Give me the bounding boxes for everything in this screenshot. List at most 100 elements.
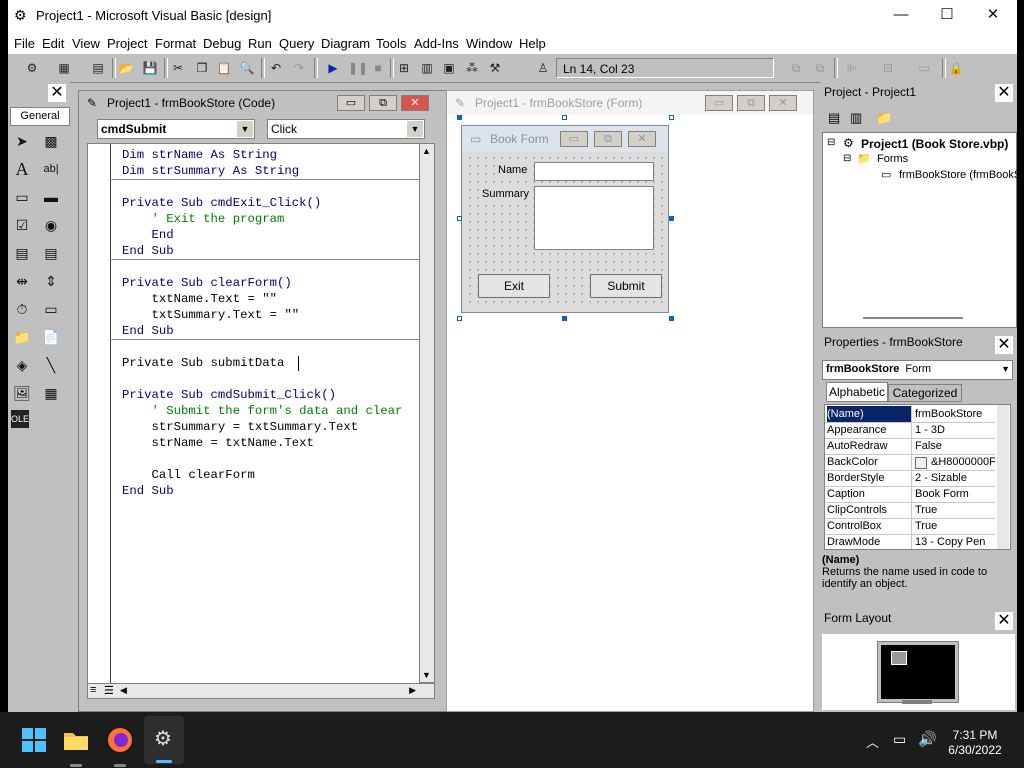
code-line-comment[interactable]: ' Exit the program: [122, 212, 285, 226]
menu-add-ins[interactable]: Add-Ins: [414, 36, 459, 51]
collapse-icon[interactable]: ⊟: [843, 153, 851, 164]
full-module-view-icon[interactable]: ☰: [104, 684, 114, 697]
combobox-tool-icon[interactable]: ▤: [11, 242, 33, 264]
dirlistbox-tool-icon[interactable]: 📁: [11, 326, 33, 348]
code-line[interactable]: strName = txtName.Text: [122, 436, 314, 450]
code-line[interactable]: Dim strName As String: [122, 148, 277, 162]
optionbutton-tool-icon[interactable]: ◉: [40, 214, 62, 236]
property-value[interactable]: 1 - 3D: [915, 422, 995, 438]
menu-tools[interactable]: Tools: [376, 36, 406, 51]
form-position-preview[interactable]: [891, 651, 907, 665]
name-label[interactable]: Name: [498, 164, 528, 176]
commandbutton-tool-icon[interactable]: ▬: [40, 186, 62, 208]
object-browser-icon[interactable]: ⁂: [464, 60, 480, 76]
menu-view[interactable]: View: [72, 36, 100, 51]
tree-scrollbar[interactable]: [863, 317, 963, 319]
view-code-icon[interactable]: ▤: [828, 110, 840, 126]
resize-handle[interactable]: [562, 115, 567, 120]
label-tool-icon[interactable]: A: [11, 158, 33, 180]
code-line[interactable]: Private Sub cmdSubmit_Click(): [122, 388, 336, 402]
properties-close-icon[interactable]: ✕: [995, 336, 1013, 354]
find-icon[interactable]: 🔍: [239, 60, 255, 76]
ole-tool-icon[interactable]: OLE: [11, 410, 29, 428]
property-row[interactable]: Caption Book Form: [825, 486, 995, 503]
center-icon[interactable]: ⊟: [880, 60, 896, 76]
resize-handle[interactable]: [457, 316, 462, 321]
resize-handle[interactable]: [669, 216, 674, 221]
resize-handle[interactable]: [457, 115, 462, 120]
code-line[interactable]: Call clearForm: [122, 468, 255, 482]
tab-alphabetic[interactable]: Alphabetic: [826, 382, 888, 402]
add-project-icon[interactable]: ⚙: [24, 60, 40, 76]
toggle-folders-icon[interactable]: 📁: [876, 110, 892, 126]
chevron-down-icon[interactable]: ▼: [1001, 361, 1010, 378]
resize-handle[interactable]: [669, 115, 674, 120]
chevron-down-icon[interactable]: ▼: [407, 121, 423, 137]
property-value[interactable]: True: [915, 502, 995, 518]
property-row[interactable]: BackColor &H8000000F: [825, 454, 995, 471]
send-to-back-icon[interactable]: ⧉: [812, 60, 828, 76]
code-editor[interactable]: Dim strName As String Dim strSummary As …: [87, 143, 421, 685]
start-icon[interactable]: ▶: [325, 60, 341, 76]
collapse-icon[interactable]: ⊟: [827, 137, 835, 148]
menu-edit[interactable]: Edit: [42, 36, 64, 51]
menu-debug[interactable]: Debug: [203, 36, 241, 51]
scroll-left-icon[interactable]: ◀: [120, 685, 127, 696]
menu-file[interactable]: File: [14, 36, 35, 51]
property-value[interactable]: frmBookStore: [915, 406, 995, 422]
code-line[interactable]: Private Sub cmdExit_Click(): [122, 196, 321, 210]
code-line[interactable]: End Sub: [122, 324, 174, 338]
menu-run[interactable]: Run: [248, 36, 272, 51]
chevron-up-icon[interactable]: ︿: [866, 732, 879, 751]
copy-icon[interactable]: ❐: [194, 60, 210, 76]
code-line[interactable]: txtSummary.Text = "": [122, 308, 300, 322]
code-line[interactable]: Private Sub clearForm(): [122, 276, 292, 290]
menu-diagram[interactable]: Diagram: [321, 36, 370, 51]
form-close-button[interactable]: ✕: [769, 95, 797, 111]
view-object-icon[interactable]: ▥: [850, 110, 862, 126]
menu-format[interactable]: Format: [155, 36, 196, 51]
open-icon[interactable]: 📂: [118, 60, 134, 76]
object-selector[interactable]: frmBookStore Form ▼: [822, 360, 1013, 380]
code-line[interactable]: txtName.Text = "": [122, 292, 277, 306]
data-view-icon[interactable]: ♙: [535, 60, 551, 76]
property-row[interactable]: ClipControls True: [825, 502, 995, 519]
exit-button[interactable]: Exit: [478, 274, 550, 298]
book-form[interactable]: ▭ Book Form ▭ ⧉ ✕ Name Summary Exit Subm…: [461, 125, 669, 313]
windows-start-icon[interactable]: [20, 726, 48, 754]
property-value[interactable]: Book Form: [915, 486, 995, 502]
firefox-icon[interactable]: [106, 726, 134, 754]
make-same-size-icon[interactable]: ▭: [916, 60, 932, 76]
vb-taskbar-button[interactable]: ⚙: [144, 716, 184, 764]
shape-tool-icon[interactable]: ◈: [11, 354, 33, 376]
forms-folder-node[interactable]: Forms: [877, 153, 908, 165]
resize-handle[interactable]: [562, 316, 567, 321]
break-icon[interactable]: ❚❚: [348, 60, 368, 76]
summary-textbox[interactable]: [534, 186, 654, 250]
listbox-tool-icon[interactable]: ▤: [40, 242, 62, 264]
pointer-tool-icon[interactable]: ➤: [11, 130, 33, 152]
file-explorer-icon[interactable]: [62, 726, 90, 754]
code-vertical-scrollbar[interactable]: ▲ ▼: [419, 143, 435, 683]
property-value[interactable]: 2 - Sizable: [915, 470, 995, 486]
network-icon[interactable]: ▭: [893, 731, 906, 748]
property-row[interactable]: ControlBox True: [825, 518, 995, 535]
volume-icon[interactable]: 🔊: [918, 730, 937, 748]
bring-to-front-icon[interactable]: ⧉: [788, 60, 804, 76]
end-icon[interactable]: ■: [370, 60, 386, 76]
filelistbox-tool-icon[interactable]: 📄: [40, 326, 62, 348]
code-horizontal-scrollbar[interactable]: ≡ ☰ ◀ ▶: [87, 683, 435, 699]
checkbox-tool-icon[interactable]: ☑: [11, 214, 33, 236]
menu-query[interactable]: Query: [279, 36, 314, 51]
tab-categorized[interactable]: Categorized: [888, 384, 962, 402]
form-layout-icon[interactable]: ▣: [441, 60, 457, 76]
toolbox-close-icon[interactable]: ✕: [48, 84, 66, 102]
toolbox-general-tab[interactable]: General: [10, 107, 70, 126]
vscrollbar-tool-icon[interactable]: ⇕: [40, 270, 62, 292]
chevron-down-icon[interactable]: ▼: [237, 121, 253, 137]
project-explorer-icon[interactable]: ⊞: [396, 60, 412, 76]
hscrollbar-tool-icon[interactable]: ⇹: [11, 270, 33, 292]
property-value[interactable]: False: [915, 438, 995, 454]
image-tool-icon[interactable]: 🖼: [11, 382, 33, 404]
frame-tool-icon[interactable]: ▭: [11, 186, 33, 208]
